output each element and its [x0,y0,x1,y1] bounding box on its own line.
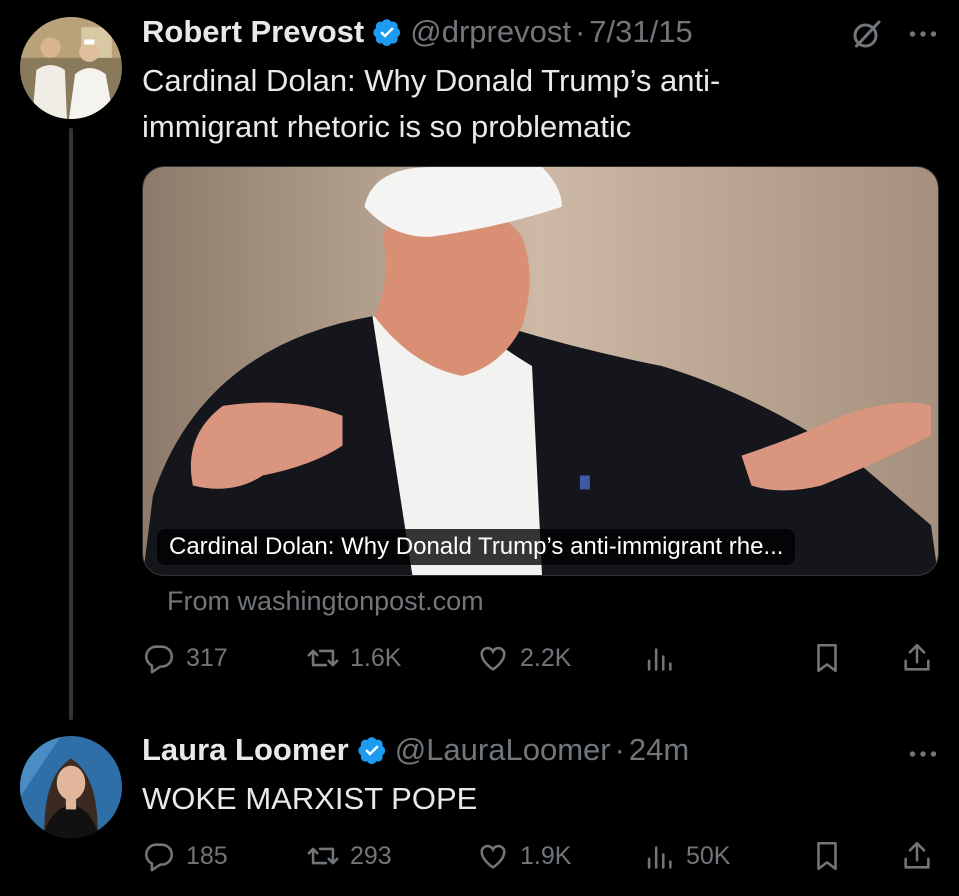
tweet-robert-prevost[interactable]: Robert Prevost @drprevost · 7/31/15 Card… [0,0,959,720]
reply-count: 185 [186,841,228,870]
tweet-top-actions [905,736,941,772]
views-count: 50K [686,841,731,870]
views-button[interactable] [642,638,676,678]
more-options-icon[interactable] [905,16,941,52]
verified-badge-icon[interactable] [372,17,402,47]
retweet-icon [307,649,339,667]
bookmark-button[interactable] [810,638,844,678]
tweet-header: Robert Prevost @drprevost · 7/31/15 [142,12,693,52]
bookmark-icon [817,643,837,673]
like-button[interactable]: 2.2K [476,638,571,678]
action-bar: 185 293 1.9K 50K [142,836,939,876]
tweet-text-line: WOKE MARXIST POPE [142,781,478,816]
thread-line [69,128,73,720]
link-preview-card[interactable]: Cardinal Dolan: Why Donald Trump’s anti-… [142,166,939,576]
avatar[interactable] [20,736,122,838]
tweet-top-actions [849,16,941,52]
share-icon [904,841,930,869]
share-button[interactable] [900,638,934,678]
author-handle[interactable]: @drprevost [410,14,571,50]
tweet-laura-loomer[interactable]: Laura Loomer @LauraLoomer · 24m WOKE MAR… [0,720,959,896]
reply-icon [145,645,174,674]
more-options-icon[interactable] [905,736,941,772]
analytics-icon [647,648,672,671]
share-button[interactable] [900,836,934,876]
share-icon [904,643,930,671]
avatar[interactable] [20,17,122,119]
separator-dot: · [574,14,586,49]
card-source[interactable]: From washingtonpost.com [167,586,484,617]
tweet-text: WOKE MARXIST POPE [142,776,932,822]
avatar-image-woman [20,736,122,838]
card-caption: Cardinal Dolan: Why Donald Trump’s anti-… [157,529,796,565]
retweet-count: 1.6K [350,643,402,672]
like-count: 1.9K [520,841,572,870]
author-name[interactable]: Robert Prevost [142,14,364,50]
bookmark-icon [817,841,837,871]
reply-button[interactable]: 185 [142,836,228,876]
tweet-text-line: Cardinal Dolan: Why Donald Trump’s anti- [142,63,721,98]
reply-button[interactable]: 317 [142,638,228,678]
analytics-icon [647,846,672,869]
like-count: 2.2K [520,643,572,672]
separator-dot: · [614,732,625,767]
tweet-text: Cardinal Dolan: Why Donald Trump’s anti-… [142,58,932,150]
card-photo [143,167,938,575]
reply-count: 317 [186,643,228,672]
tweet-timestamp[interactable]: 24m [629,732,689,768]
like-button[interactable]: 1.9K [476,836,571,876]
verified-badge-icon[interactable] [357,735,387,765]
retweet-button[interactable]: 293 [306,836,392,876]
author-name[interactable]: Laura Loomer [142,732,349,768]
retweet-button[interactable]: 1.6K [306,638,401,678]
action-bar: 317 1.6K 2.2K [142,638,939,678]
heart-icon [480,646,506,671]
avatar-image-clergy [20,17,122,119]
views-button[interactable]: 50K [642,836,730,876]
tweet-header: Laura Loomer @LauraLoomer · 24m [142,730,689,770]
tweet-timestamp[interactable]: 7/31/15 [589,14,692,50]
grok-icon[interactable] [849,16,885,52]
author-handle[interactable]: @LauraLoomer [395,732,611,768]
retweet-count: 293 [350,841,392,870]
reply-icon [145,843,174,872]
bookmark-button[interactable] [810,836,844,876]
heart-icon [480,844,506,869]
retweet-icon [307,847,339,865]
tweet-text-line: immigrant rhetoric is so problematic [142,109,632,144]
